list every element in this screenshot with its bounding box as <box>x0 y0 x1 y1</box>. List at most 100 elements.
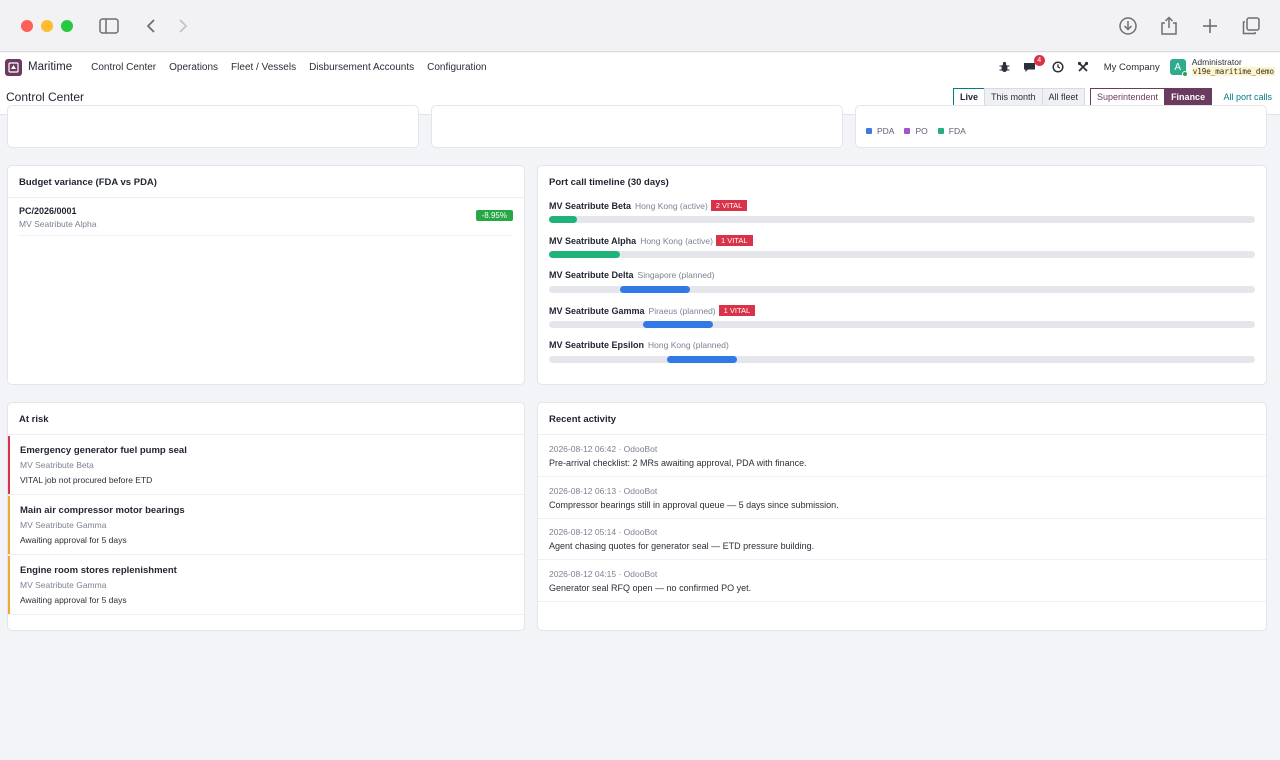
activity-body: Pre-arrival checklist: 2 MRs awaiting ap… <box>549 458 807 468</box>
user-avatar[interactable]: A <box>1169 59 1188 77</box>
timeline-bar[interactable] <box>642 321 714 328</box>
budget-variance-card: Budget variance (FDA vs PDA) PC/2026/000… <box>7 165 525 385</box>
kpi-card-right: PDA PO FDA <box>855 105 1267 148</box>
role-finance-button[interactable]: Finance <box>1164 88 1213 106</box>
messages-chat-icon[interactable]: 4 <box>1021 55 1045 76</box>
legend-swatch-fda <box>937 128 944 134</box>
timeline-row-header: MV Seatribute Alpha Hong Kong (active) 1 V… <box>549 235 1255 246</box>
activity-item: 2026-08-12 05:14 · OdooBot Agent chasing … <box>538 519 1266 560</box>
timeline-bar[interactable] <box>549 216 578 223</box>
maritime-app-logo[interactable] <box>5 58 22 76</box>
timeline-bar[interactable] <box>666 356 738 363</box>
activity-meta: 2026-08-12 04:15 · OdooBot <box>549 568 658 579</box>
timeline-row[interactable]: MV Seatribute Gamma Piraeus (planned) 1 VI… <box>549 305 1255 335</box>
timeline-vessel-name: MV Seatribute Beta <box>549 200 632 211</box>
filter-this-month-button[interactable]: This month <box>984 88 1043 106</box>
vital-badge: 1 VITAL <box>715 235 753 246</box>
timeline-vessel-name: MV Seatribute Delta <box>549 270 634 280</box>
tab-overview-icon[interactable] <box>1240 15 1262 37</box>
timeline-location: Hong Kong (planned) <box>648 340 729 350</box>
minimize-window-button[interactable] <box>41 20 53 32</box>
sidebar-toggle-icon[interactable] <box>98 15 120 37</box>
menu-disbursement-accounts[interactable]: Disbursement Accounts <box>304 62 419 73</box>
legend-swatch-po <box>904 128 911 134</box>
timeline-vessel-name: MV Seatribute Gamma <box>549 305 645 316</box>
activity-body: Generator seal RFQ open — no confirmed P… <box>549 582 752 593</box>
variance-badge: -8.95% <box>475 210 513 221</box>
vital-badge: 1 VITAL <box>718 305 756 316</box>
activity-clock-icon[interactable] <box>1049 58 1067 76</box>
timeline-location: Hong Kong (active) <box>635 200 708 211</box>
risk-severity-stripe <box>8 496 10 554</box>
budget-variance-row[interactable]: PC/2026/0001 MV Seatribute Alpha -8.95% <box>19 206 513 236</box>
timeline-track <box>549 286 1255 293</box>
close-window-button[interactable] <box>21 20 33 32</box>
forward-arrow-icon[interactable] <box>172 15 194 37</box>
at-risk-item[interactable]: Main air compressor motor bearings MV Sea… <box>8 496 524 555</box>
filter-segment: Live This month All fleet <box>953 88 1086 106</box>
timeline-row-header: MV Seatribute Beta Hong Kong (active) 2 VI… <box>549 200 1255 211</box>
timeline-track <box>549 216 1255 223</box>
legend-label: FDA <box>948 126 966 136</box>
messages-count-badge: 4 <box>1033 55 1045 66</box>
legend-item-fda: FDA <box>937 126 966 136</box>
share-icon[interactable] <box>1158 15 1180 37</box>
timeline-location: Piraeus (planned) <box>648 305 716 316</box>
activity-item: 2026-08-12 06:13 · OdooBot Compressor bea… <box>538 478 1266 519</box>
top-navbar: Maritime Control Center Operations Fleet… <box>0 53 1280 81</box>
browser-toolbar <box>0 0 1280 52</box>
risk-severity-stripe <box>8 556 10 614</box>
port-call-ref: PC/2026/0001 <box>19 206 77 216</box>
timeline-location: Hong Kong (active) <box>640 235 713 246</box>
tools-icon[interactable] <box>1074 58 1092 76</box>
at-risk-item[interactable]: Engine room stores replenishment MV Seatr… <box>8 556 524 615</box>
risk-vessel: MV Seatribute Beta <box>20 460 94 470</box>
activity-meta: 2026-08-12 06:42 · OdooBot <box>549 444 658 454</box>
activity-item: 2026-08-12 06:42 · OdooBot Pre-arrival ch… <box>538 436 1266 477</box>
timeline-row[interactable]: MV Seatribute Epsilon Hong Kong (planned) <box>549 340 1255 370</box>
app-name[interactable]: Maritime <box>28 61 72 73</box>
menu-configuration[interactable]: Configuration <box>422 62 491 73</box>
kpi-card-left <box>7 105 419 148</box>
timeline-row-header: MV Seatribute Gamma Piraeus (planned) 1 VI… <box>549 305 1255 316</box>
filter-all-fleet-button[interactable]: All fleet <box>1041 88 1086 106</box>
new-tab-icon[interactable] <box>1199 15 1221 37</box>
page-title: Control Center <box>6 90 85 104</box>
timeline-row[interactable]: MV Seatribute Beta Hong Kong (active) 2 VI… <box>549 200 1255 230</box>
legend-swatch-pda <box>866 128 872 134</box>
debug-bug-icon[interactable] <box>996 58 1014 76</box>
at-risk-title: At risk <box>8 403 524 435</box>
timeline-row-header: MV Seatribute Epsilon Hong Kong (planned) <box>549 340 1255 350</box>
vessel-name: MV Seatribute Alpha <box>19 219 97 229</box>
avatar-initial: A <box>1174 61 1182 73</box>
timeline-title: Port call timeline (30 days) <box>549 177 669 188</box>
legend-label: PDA <box>877 126 895 136</box>
chart-legend: PDA PO FDA <box>866 126 976 136</box>
port-call-timeline-card: Port call timeline (30 days) MV Seatribu… <box>537 165 1267 385</box>
activity-item: 2026-08-12 04:15 · OdooBot Generator seal… <box>538 561 1266 602</box>
timeline-row[interactable]: MV Seatribute Delta Singapore (planned) <box>549 270 1255 300</box>
risk-vessel: MV Seatribute Gamma <box>20 580 107 590</box>
downloads-icon[interactable] <box>1117 15 1139 37</box>
kpi-card-middle <box>431 105 843 148</box>
legend-item-pda: PDA <box>866 126 894 136</box>
menu-fleet-vessels[interactable]: Fleet / Vessels <box>226 62 301 73</box>
filter-live-button[interactable]: Live <box>953 88 986 106</box>
risk-title: Engine room stores replenishment <box>20 565 177 576</box>
menu-operations[interactable]: Operations <box>164 62 223 73</box>
timeline-bar[interactable] <box>619 286 691 293</box>
role-segment: Superintendent Finance <box>1090 88 1213 106</box>
company-switcher[interactable]: My Company <box>1104 62 1160 73</box>
activity-meta: 2026-08-12 06:13 · OdooBot <box>549 485 658 496</box>
recent-activity-title: Recent activity <box>538 403 1266 435</box>
back-arrow-icon[interactable] <box>140 15 162 37</box>
at-risk-item[interactable]: Emergency generator fuel pump seal MV Sea… <box>8 436 524 495</box>
role-superintendent-button[interactable]: Superintendent <box>1090 88 1166 106</box>
zoom-window-button[interactable] <box>61 20 73 32</box>
risk-reason: Awaiting approval for 5 days <box>20 595 127 605</box>
menu-control-center[interactable]: Control Center <box>86 62 161 73</box>
all-port-calls-link[interactable]: All port calls <box>1223 92 1272 102</box>
timeline-row[interactable]: MV Seatribute Alpha Hong Kong (active) 1 V… <box>549 235 1255 265</box>
timeline-bar[interactable] <box>549 251 620 258</box>
user-menu[interactable]: Administrator v19e_maritime_demo <box>1191 57 1275 77</box>
